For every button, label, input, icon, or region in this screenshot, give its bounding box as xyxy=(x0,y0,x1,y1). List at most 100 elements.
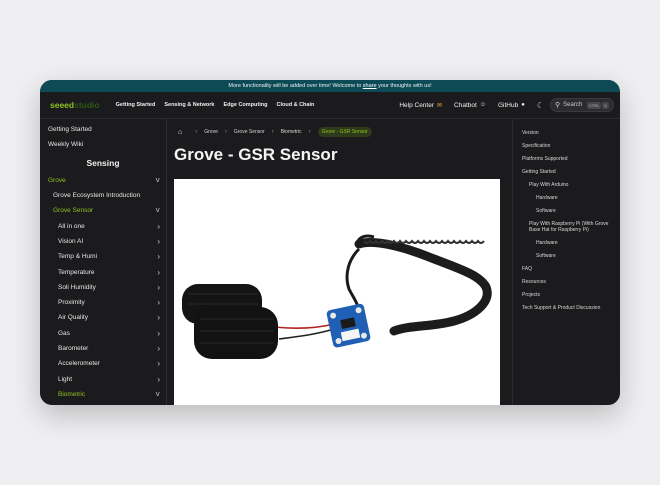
sidebar-tree: Grove ˅ Grove Ecosystem Introduction Grove … xyxy=(40,173,166,402)
sidebar-item-label: Weekly Wiki xyxy=(48,141,84,149)
sidebar-item-grove-ecosystem-introduction[interactable]: Grove Ecosystem Introduction xyxy=(40,188,166,203)
chevron-right-icon[interactable]: › xyxy=(157,344,160,353)
nav-edge-computing[interactable]: Edge Computing xyxy=(223,102,267,108)
toc-item[interactable]: Play With Arduino xyxy=(522,182,620,188)
toc-item[interactable]: Specification xyxy=(522,143,620,149)
sidebar-item-temp-humi[interactable]: Temp & Humi › xyxy=(40,249,166,264)
chevron-right-icon[interactable]: › xyxy=(157,329,160,338)
theme-toggle-moon-icon[interactable]: ☾ xyxy=(537,101,544,110)
toc-item[interactable]: Platforms Supported xyxy=(522,156,620,162)
chevron-right-icon[interactable]: › xyxy=(157,268,160,277)
breadcrumb-biometric[interactable]: Biometric xyxy=(281,129,302,135)
breadcrumb-grove-sensor[interactable]: Grove Sensor xyxy=(234,129,265,135)
sidebar-item-gas[interactable]: Gas › xyxy=(40,326,166,341)
chevron-right-icon[interactable]: › xyxy=(157,237,160,246)
announcement-banner: More functionality will be added over ti… xyxy=(40,80,620,92)
nav-sensing-network[interactable]: Sensing & Network xyxy=(164,102,214,108)
sidebar-item-label: Grove xyxy=(48,176,66,184)
seeed-studio-logo[interactable]: seeed studio xyxy=(50,100,100,110)
kbd-ctrl: CTRL xyxy=(586,101,602,109)
sidebar-item-label: Getting Started xyxy=(48,126,92,134)
banner-suffix: your thoughts with us! xyxy=(376,83,432,89)
sidebar-item-label: Grove Ecosystem Introduction xyxy=(53,192,141,200)
toc-item[interactable]: Resources xyxy=(522,279,620,285)
logo-part2: studio xyxy=(74,100,100,110)
sidebar-item-accelerometer[interactable]: Accelerometer › xyxy=(40,356,166,371)
breadcrumb-separator: › xyxy=(308,129,311,135)
search-button[interactable]: ⚲ Search CTRL K xyxy=(550,98,614,112)
home-icon[interactable]: ⌂ xyxy=(178,129,182,136)
chatbot-link[interactable]: Chatbot ☺ xyxy=(454,102,486,109)
banner-prefix: More functionality will be added over ti… xyxy=(228,83,363,89)
chevron-down-icon[interactable]: ˅ xyxy=(155,206,160,215)
sidebar-item-label: Grove Sensor xyxy=(53,207,94,215)
product-image xyxy=(174,179,500,405)
page-title: Grove - GSR Sensor xyxy=(174,145,338,164)
robot-icon: ☺ xyxy=(479,102,486,108)
sidebar-item-soli-humidity[interactable]: Soli Humidity › xyxy=(40,280,166,295)
share-link[interactable]: share xyxy=(363,83,377,89)
left-sidebar: Getting Started Weekly Wiki Sensing Grov… xyxy=(40,119,167,405)
sidebar-item-label: Proximity xyxy=(58,299,85,307)
toc-item[interactable]: Hardware xyxy=(522,195,620,201)
sidebar-item-label: Light xyxy=(58,375,73,383)
sidebar-item-weekly-wiki[interactable]: Weekly Wiki xyxy=(40,137,166,152)
breadcrumb-separator: › xyxy=(271,129,274,135)
sidebar-item-vision-ai[interactable]: Vision AI › xyxy=(40,234,166,249)
sidebar-item-light[interactable]: Light › xyxy=(40,371,166,386)
sidebar-item-label: Biometric xyxy=(58,390,86,398)
chevron-right-icon[interactable]: › xyxy=(157,359,160,368)
breadcrumb: ⌂ › Grove › Grove Sensor › Biometric › G… xyxy=(174,125,512,139)
sidebar-item-temperature[interactable]: Temperature › xyxy=(40,264,166,279)
gsr-sensor-photo xyxy=(182,234,492,359)
sidebar-item-proximity[interactable]: Proximity › xyxy=(40,295,166,310)
toc-item[interactable]: Projects xyxy=(522,292,620,298)
toc-item[interactable]: Tech Support & Product Discussion xyxy=(522,305,620,311)
chevron-right-icon[interactable]: › xyxy=(157,313,160,322)
toc-item[interactable]: Version xyxy=(522,130,620,136)
toc-item[interactable]: Play With Raspberry Pi (With Grove Base … xyxy=(522,221,620,233)
table-of-contents: Version Specification Platforms Supported G… xyxy=(512,119,620,405)
sidebar-item-grove-sensor[interactable]: Grove Sensor ˅ xyxy=(40,203,166,218)
help-center-link[interactable]: Help Center ✉ xyxy=(399,102,442,109)
sidebar-item-air-quality[interactable]: Air Quality › xyxy=(40,310,166,325)
sidebar-item-label: Barometer xyxy=(58,345,89,352)
chevron-right-icon[interactable]: › xyxy=(157,252,160,261)
sidebar-section-title: Sensing xyxy=(86,157,120,168)
chevron-right-icon[interactable]: › xyxy=(157,298,160,307)
nav-getting-started[interactable]: Getting Started xyxy=(116,102,156,108)
sidebar-item-label: Vision AI xyxy=(58,237,84,245)
chevron-right-icon[interactable]: › xyxy=(157,375,160,384)
sidebar-item-biometric[interactable]: Biometric ˅ xyxy=(40,387,166,402)
sidebar-item-label: Gas xyxy=(58,329,70,337)
sidebar-item-label: Temp & Humi xyxy=(58,253,98,261)
toc-item[interactable]: Hardware xyxy=(522,240,620,246)
breadcrumb-grove[interactable]: Grove xyxy=(204,129,218,135)
github-icon: ● xyxy=(521,102,525,108)
sidebar-item-all-in-one[interactable]: All in one › xyxy=(40,218,166,233)
toc-item[interactable]: Software xyxy=(522,208,620,214)
chevron-right-icon[interactable]: › xyxy=(157,222,160,231)
chevron-right-icon[interactable]: › xyxy=(157,283,160,292)
sidebar-item-grove[interactable]: Grove ˅ xyxy=(40,173,166,188)
sidebar-item-getting-started[interactable]: Getting Started xyxy=(40,122,166,137)
toc-item[interactable]: Software xyxy=(522,253,620,259)
chat-bubble-icon: ✉ xyxy=(437,102,443,109)
sidebar-item-label: Accelerometer xyxy=(58,360,100,368)
toc-item[interactable]: Getting Started xyxy=(522,169,620,175)
search-label: Search xyxy=(563,102,583,108)
github-link[interactable]: GitHub ● xyxy=(498,102,525,109)
chevron-down-icon[interactable]: ˅ xyxy=(155,176,160,185)
sidebar-item-barometer[interactable]: Barometer › xyxy=(40,341,166,356)
sidebar-item-label: Soli Humidity xyxy=(58,283,96,291)
sidebar-item-label: All in one xyxy=(58,222,85,230)
help-center-label: Help Center xyxy=(399,101,435,109)
search-icon: ⚲ xyxy=(555,102,561,109)
github-label: GitHub xyxy=(497,101,519,109)
browser-window: More functionality will be added over ti… xyxy=(40,80,620,405)
toc-item[interactable]: FAQ xyxy=(522,266,620,272)
chevron-down-icon[interactable]: ˅ xyxy=(155,390,160,399)
nav-cloud-chain[interactable]: Cloud & Chain xyxy=(276,102,314,108)
sidebar-item-label: Temperature xyxy=(58,268,95,276)
logo-part1: seeed xyxy=(50,100,75,110)
